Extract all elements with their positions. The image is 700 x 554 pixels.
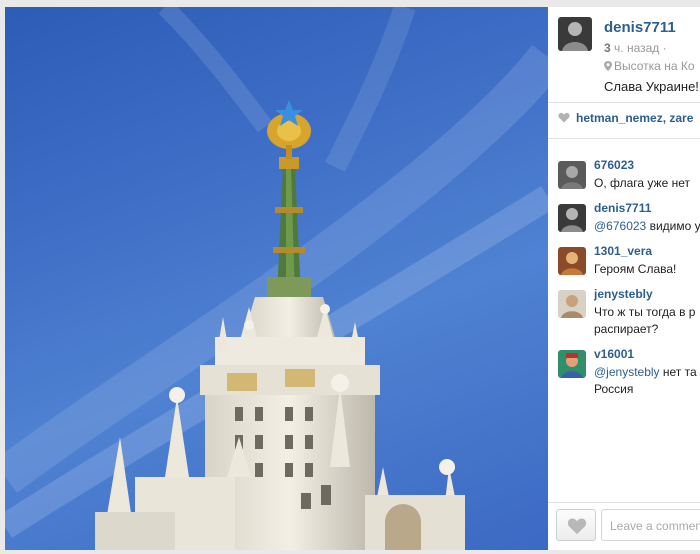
post-time-unit: ч. назад — [614, 41, 660, 55]
post-time-value: 3 — [604, 41, 611, 55]
divider — [548, 138, 700, 139]
comment-mention[interactable]: @jenystebly — [594, 365, 660, 379]
commenter-avatar[interactable] — [558, 290, 586, 318]
comment-username[interactable]: denis7711 — [594, 201, 651, 215]
avatar-photo-icon — [558, 204, 586, 232]
comment-username[interactable]: 676023 — [594, 158, 634, 172]
comment-input[interactable]: Leave a commen — [601, 509, 700, 541]
post-photo[interactable] — [5, 7, 548, 550]
comment-text: @jenystebly нет та Россия — [594, 365, 697, 396]
comment-text: Героям Слава! — [594, 262, 677, 276]
comment-username[interactable]: v16001 — [594, 347, 634, 361]
time-separator: · — [662, 41, 667, 55]
comment-text: @676023 видимо у — [594, 219, 700, 233]
avatar-photo-icon — [558, 290, 586, 318]
like-button[interactable] — [556, 509, 596, 541]
post-time[interactable]: 3 ч. назад · — [604, 41, 667, 55]
post-sidebar: denis7711 3 ч. назад · Высотка на Ко Сла… — [548, 7, 700, 550]
comment-item: v16001 @jenystebly нет та Россия — [558, 347, 700, 397]
comment-bar: Leave a commen — [548, 502, 700, 550]
heart-icon — [567, 518, 587, 535]
comment-item: jenystebly Что ж ты тогда в р распирает? — [558, 287, 700, 337]
location-label: Высотка на Ко — [614, 59, 695, 73]
avatar-photo-icon — [558, 17, 592, 51]
commenter-avatar[interactable] — [558, 204, 586, 232]
avatar-photo-icon — [558, 247, 586, 275]
author-avatar[interactable] — [558, 17, 592, 51]
comment-text: Что ж ты тогда в р распирает? — [594, 305, 696, 336]
commenter-avatar[interactable] — [558, 247, 586, 275]
likes-row: hetman_nemez, zare — [558, 111, 693, 125]
author-username[interactable]: denis7711 — [604, 19, 676, 36]
comment-username[interactable]: jenystebly — [594, 287, 653, 301]
likers-list[interactable]: hetman_nemez, zare — [576, 111, 693, 125]
comment-username[interactable]: 1301_vera — [594, 244, 652, 258]
map-pin-icon — [604, 61, 612, 71]
post-location[interactable]: Высотка на Ко — [604, 59, 695, 73]
divider — [548, 102, 700, 103]
comment-mention[interactable]: @676023 — [594, 219, 646, 233]
moscow-university-tower-image — [5, 7, 548, 550]
post-header: denis7711 3 ч. назад · Высотка на Ко Сла… — [558, 17, 700, 112]
post-caption: Слава Украине! — [604, 79, 699, 94]
commenter-avatar[interactable] — [558, 161, 586, 189]
commenter-avatar[interactable] — [558, 350, 586, 378]
comment-text: О, флага уже нет — [594, 176, 690, 190]
avatar-photo-icon — [558, 350, 586, 378]
heart-icon — [558, 112, 570, 123]
avatar-photo-icon — [558, 161, 586, 189]
